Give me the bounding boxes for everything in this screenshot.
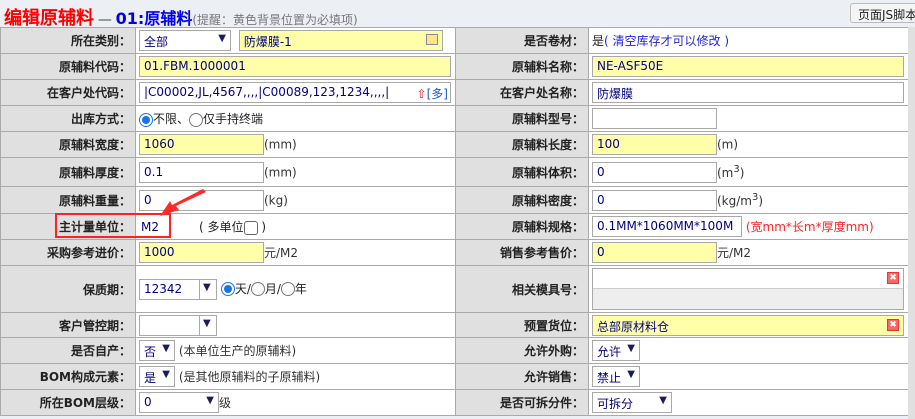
annotation-arrow bbox=[160, 189, 206, 216]
annotation-arrow-shape bbox=[160, 189, 206, 216]
